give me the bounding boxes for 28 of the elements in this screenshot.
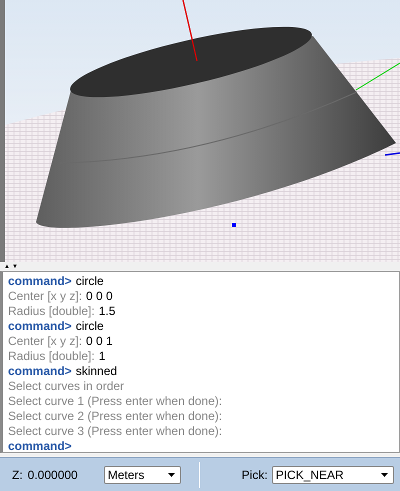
console-message: Select curve 3 (Press enter when done):: [8, 424, 222, 439]
command-prompt: command>: [8, 274, 72, 289]
input-label: Center [x y z]:: [8, 289, 82, 304]
z-value: 0.000000: [28, 468, 79, 482]
caret-icon: [168, 472, 175, 476]
input-label: Radius [double]:: [8, 349, 95, 364]
command-text: circle: [76, 274, 104, 289]
console-message: Select curve 2 (Press enter when done):: [8, 409, 222, 424]
console-message: Select curve 1 (Press enter when done):: [8, 394, 222, 409]
pick-dropdown[interactable]: PICK_NEAR: [272, 466, 394, 484]
command-prompt: command>: [8, 439, 72, 454]
console-message: Select curves in order: [8, 379, 124, 394]
input-value: 0 0 0: [86, 289, 113, 304]
command-console[interactable]: [0, 271, 400, 453]
input-value: 1: [98, 349, 106, 364]
command-prompt: command>: [8, 319, 72, 334]
command-text: skinned: [76, 364, 118, 379]
input-label: Center [x y z]:: [8, 334, 82, 349]
input-label: Radius [double]:: [8, 304, 95, 319]
command-text: circle: [76, 319, 104, 334]
units-dropdown[interactable]: Meters: [104, 466, 181, 484]
3d-viewport-drawing[interactable]: [5, 0, 400, 262]
pick-label: Pick:: [242, 468, 268, 482]
caret-icon: [381, 472, 388, 476]
z-label: Z:: [12, 468, 23, 482]
input-value: 1.5: [98, 304, 116, 319]
command-prompt: command>: [8, 364, 72, 379]
input-value: 0 0 1: [86, 334, 113, 349]
